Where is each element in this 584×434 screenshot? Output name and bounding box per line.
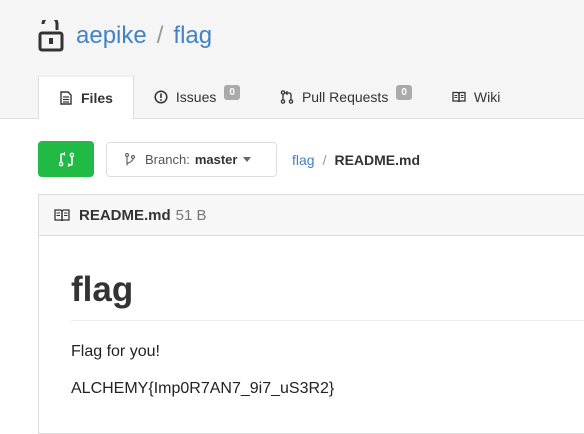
git-compare-icon	[58, 151, 74, 167]
file-size: 51 B	[175, 206, 207, 224]
tab-pull-requests-label: Pull Requests	[301, 88, 389, 105]
tab-files-label: Files	[81, 90, 113, 106]
branch-label: Branch:	[145, 152, 190, 167]
issues-count-badge: 0	[224, 85, 240, 100]
file-header: README.md 51 B	[39, 195, 584, 236]
repo-header: aepike / flag Files Issues 0 Pull Reques…	[0, 0, 584, 119]
file-name: README.md	[79, 206, 171, 224]
tab-issues-label: Issues	[175, 88, 217, 105]
tab-wiki-label: Wiki	[473, 88, 501, 105]
git-branch-icon	[125, 152, 135, 165]
compare-button[interactable]	[38, 141, 94, 177]
tab-pull-requests[interactable]: Pull Requests 0	[260, 75, 432, 118]
repo-tabs: Files Issues 0 Pull Requests 0 Wiki	[38, 75, 520, 119]
breadcrumb-repo-link[interactable]: flag	[292, 152, 315, 168]
breadcrumb-separator: /	[322, 152, 327, 168]
repo-title: aepike / flag	[38, 16, 212, 56]
tab-files[interactable]: Files	[38, 75, 134, 119]
readme-heading: flag	[71, 270, 584, 321]
unlock-icon	[38, 20, 64, 52]
breadcrumb: flag / README.md	[292, 152, 420, 168]
dropdown-caret-icon	[243, 157, 252, 162]
branch-value: master	[194, 152, 238, 167]
tab-wiki[interactable]: Wiki	[432, 75, 520, 118]
book-icon	[54, 209, 70, 222]
repo-owner-link[interactable]: aepike	[76, 22, 147, 50]
file-toolbar: Branch: master flag / README.md	[38, 141, 584, 179]
readme-content: flag Flag for you! ALCHEMY{Imp0R7AN7_9i7…	[39, 270, 584, 399]
file-view: README.md 51 B flag Flag for you! ALCHEM…	[38, 194, 584, 434]
pull-requests-count-badge: 0	[396, 85, 412, 100]
repo-path-separator: /	[156, 22, 164, 49]
book-icon	[452, 91, 466, 102]
tab-issues[interactable]: Issues 0	[134, 75, 260, 118]
file-text-icon	[60, 91, 72, 105]
branch-dropdown[interactable]: Branch: master	[106, 142, 277, 177]
readme-flag-text: ALCHEMY{Imp0R7AN7_9i7_uS3R2}	[71, 380, 335, 397]
issue-opened-icon	[154, 89, 168, 104]
git-pull-request-icon	[280, 89, 294, 104]
breadcrumb-current-file: README.md	[334, 152, 421, 168]
repo-name-link[interactable]: flag	[173, 22, 212, 50]
readme-paragraph: Flag for you!	[71, 343, 160, 360]
